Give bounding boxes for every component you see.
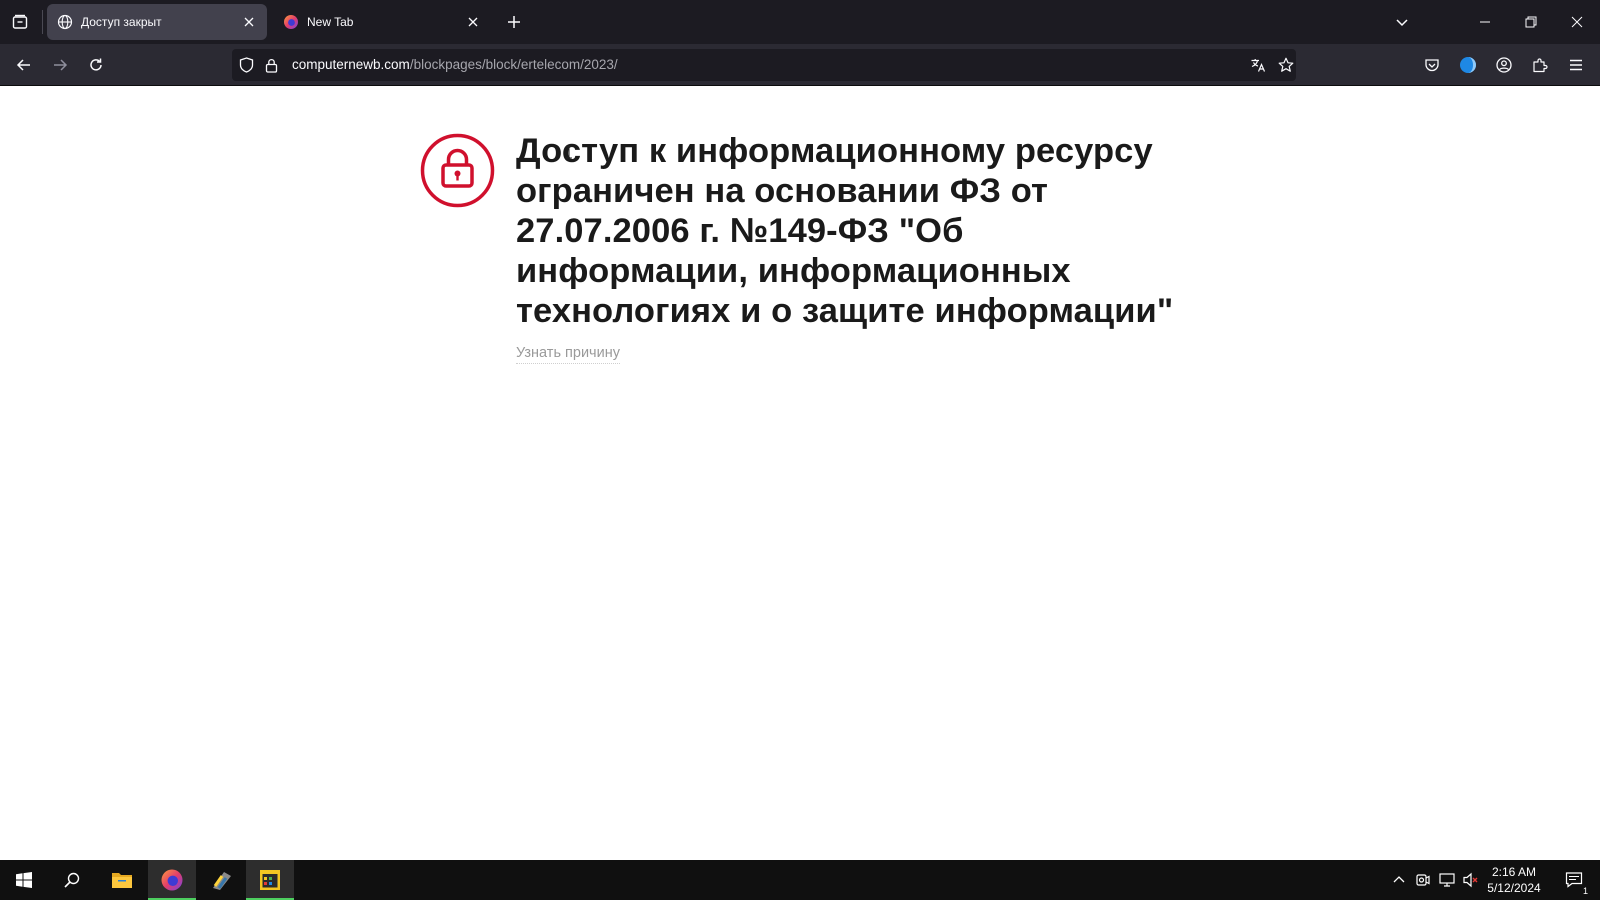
start-button[interactable] [0,860,48,900]
site-security-button[interactable] [260,53,282,77]
show-hidden-icons-button[interactable] [1391,872,1407,888]
page-content: Доступ к информационному ресурсу огранич… [0,86,1600,860]
translate-button[interactable] [1246,53,1270,77]
minimize-icon [1480,21,1490,23]
blue-circle-extension-icon [1460,57,1476,73]
lock-icon [420,133,495,208]
url-path: /blockpages/block/ertelecom/2023/ [409,57,618,72]
hamburger-menu-icon [1570,59,1582,71]
camera-icon [1416,874,1430,886]
list-all-tabs-button[interactable] [1388,8,1416,36]
windows-start-icon [16,872,32,888]
pocket-button[interactable] [1417,50,1447,80]
url-domain: computernewb.com [292,57,410,72]
search-icon [64,872,80,888]
firefox-taskbar-button[interactable] [148,860,196,900]
reload-button[interactable] [81,50,111,80]
back-button[interactable] [9,50,39,80]
taskbar: 2:16 AM 5/12/2024 1 [0,860,1600,900]
shield-icon [239,57,253,73]
arrow-right-icon [54,59,68,71]
tracking-protection-button[interactable] [232,53,260,77]
tab-close-button[interactable] [462,11,484,33]
search-button[interactable] [48,860,96,900]
bookmark-star-button[interactable] [1274,53,1298,77]
account-icon [1496,57,1512,73]
tab-new-tab[interactable]: New Tab [273,4,491,40]
clock-time: 2:16 AM [1491,865,1537,879]
page-title: Доступ к информационному ресурсу огранич… [516,132,1174,330]
tab-title: Доступ закрыт [81,15,162,29]
file-explorer-button[interactable] [98,860,146,900]
firefox-view-icon [12,14,28,29]
tab-close-button[interactable] [238,11,260,33]
tab-title: New Tab [307,15,354,29]
notification-count-badge: 1 [1581,886,1589,896]
new-tab-button[interactable] [500,8,528,36]
minimize-button[interactable] [1462,0,1508,44]
taskbar-clock[interactable]: 2:16 AM 5/12/2024 [1474,864,1554,896]
extension-button[interactable] [1453,50,1483,80]
app-window-icon [260,870,280,890]
tray-camera-button[interactable] [1415,872,1431,888]
translate-icon [1251,59,1266,72]
clock-date: 5/12/2024 [1487,881,1541,895]
forward-button[interactable] [45,50,75,80]
arrow-left-icon [16,59,30,71]
python-installer-icon [213,872,231,890]
firefox-view-button[interactable] [6,8,34,36]
close-icon [244,17,254,27]
extensions-button[interactable] [1525,50,1555,80]
text-cursor-icon [566,145,572,159]
plus-icon [508,16,520,28]
learn-reason-link[interactable]: Узнать причину [516,345,620,364]
file-explorer-icon [112,873,132,888]
tab-strip: Доступ закрыт New Tab [0,0,1600,44]
close-icon [468,17,478,27]
firefox-icon [284,15,298,29]
restore-button[interactable] [1508,0,1554,44]
firefox-icon [161,869,183,891]
star-icon [1278,57,1294,72]
close-icon [1571,16,1583,28]
restore-icon [1525,16,1537,28]
tray-network-button[interactable] [1439,872,1455,888]
lock-icon [265,58,277,73]
notification-center-button[interactable]: 1 [1554,860,1594,900]
tab-blocked[interactable]: Доступ закрыт [47,4,267,40]
notification-icon [1565,872,1583,888]
url-text[interactable]: computernewb.com/blockpages/block/ertele… [292,49,618,81]
reload-icon [90,58,102,71]
navigation-toolbar: computernewb.com/blockpages/block/ertele… [0,44,1600,86]
chevron-down-icon [1396,19,1408,27]
python-installer-button[interactable] [198,860,246,900]
globe-icon [57,14,73,30]
puzzle-icon [1533,58,1548,73]
close-window-button[interactable] [1554,0,1600,44]
account-button[interactable] [1489,50,1519,80]
chevron-up-icon [1393,876,1405,883]
app-menu-button[interactable] [1561,50,1591,80]
pocket-icon [1425,59,1439,72]
network-icon [1439,873,1455,887]
address-bar[interactable]: computernewb.com/blockpages/block/ertele… [232,49,1296,81]
app-window-button[interactable] [246,860,294,900]
